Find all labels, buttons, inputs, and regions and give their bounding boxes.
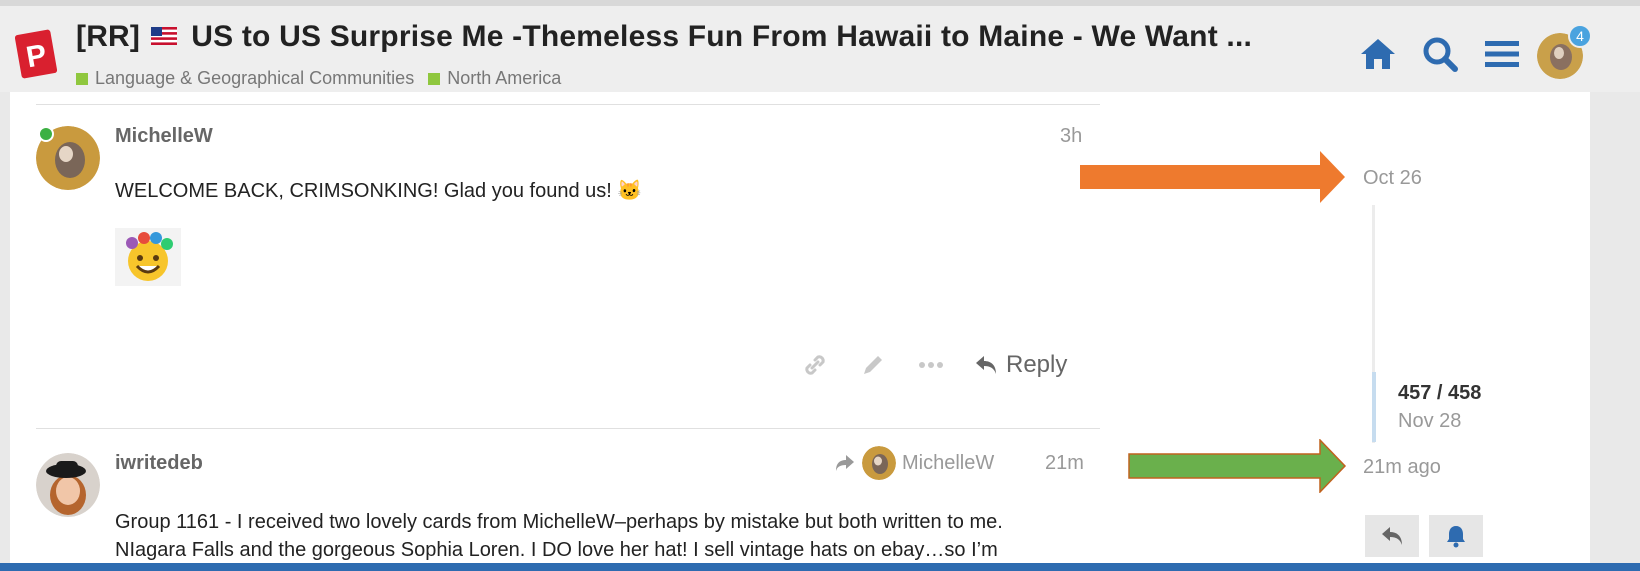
post-body-line-1: Group 1161 - I received two lovely cards…	[115, 511, 1003, 533]
notification-badge[interactable]: 4	[1568, 24, 1592, 48]
bottom-bar	[0, 563, 1640, 571]
post-username[interactable]: MichelleW	[115, 125, 213, 148]
link-icon[interactable]	[800, 350, 830, 380]
category-color-square	[428, 72, 441, 85]
header-icons	[1358, 34, 1522, 74]
topic-title-text: US to US Surprise Me -Themeless Fun From…	[191, 20, 1253, 53]
category-color-square	[76, 72, 88, 85]
reply-icon	[1382, 527, 1402, 545]
reply-to-avatar	[862, 446, 896, 480]
more-options-icon[interactable]	[916, 350, 946, 380]
post-actions: Reply	[800, 350, 1067, 380]
post-divider	[36, 104, 1100, 105]
topic-title-prefix: [RR]	[76, 20, 141, 53]
reply-label: Reply	[1006, 351, 1068, 378]
timeline-end-date[interactable]: 21m ago	[1363, 456, 1441, 479]
menu-icon[interactable]	[1482, 34, 1522, 74]
reply-icon	[976, 356, 996, 374]
timeline-reply-button[interactable]	[1365, 515, 1419, 557]
online-indicator	[38, 126, 54, 142]
reply-arrow-icon	[836, 455, 854, 471]
reply-to-indicator[interactable]: MichelleW	[834, 446, 994, 480]
category-north-america[interactable]: North America	[428, 68, 561, 89]
category-label: Language & Geographical Communities	[95, 68, 415, 88]
us-flag-icon	[150, 27, 177, 46]
home-icon[interactable]	[1358, 34, 1398, 74]
smiley-flowers-image[interactable]	[115, 228, 181, 286]
post-username[interactable]: iwritedeb	[115, 452, 203, 475]
timeline-handle[interactable]	[1372, 372, 1376, 442]
timeline-position-date: Nov 28	[1398, 410, 1462, 432]
post-body-line-2: NIagara Falls and the gorgeous Sophia Lo…	[115, 539, 998, 561]
search-icon[interactable]	[1420, 34, 1460, 74]
site-header: P [RR] US to US Surprise Me -Themeless F…	[0, 0, 1640, 92]
post-time[interactable]: 3h	[1060, 125, 1082, 148]
green-arrow-annotation	[1128, 439, 1347, 493]
orange-arrow-annotation	[1080, 151, 1345, 203]
post-avatar-iwritedeb[interactable]	[36, 453, 100, 517]
postcrossing-logo[interactable]: P	[14, 28, 58, 80]
reply-to-username: MichelleW	[902, 451, 995, 474]
notification-level-button[interactable]	[1429, 515, 1483, 557]
reply-button[interactable]: Reply	[974, 351, 1067, 379]
timeline-start-date[interactable]: Oct 26	[1363, 167, 1422, 190]
timeline-position: 457 / 458	[1398, 382, 1482, 404]
topic-title[interactable]: [RR] US to US Surprise Me -Themeless Fun…	[76, 20, 1252, 54]
post-time[interactable]: 21m	[1045, 452, 1084, 475]
category-label: North America	[447, 68, 562, 88]
category-breadcrumbs: Language & Geographical Communities Nort…	[76, 68, 561, 89]
topic-panel	[10, 92, 1590, 571]
post-divider	[36, 428, 1100, 429]
edit-icon[interactable]	[858, 350, 888, 380]
category-language-geo[interactable]: Language & Geographical Communities	[76, 68, 414, 89]
post-body: WELCOME BACK, CRIMSONKING! Glad you foun…	[115, 180, 643, 202]
bell-icon	[1447, 526, 1465, 548]
